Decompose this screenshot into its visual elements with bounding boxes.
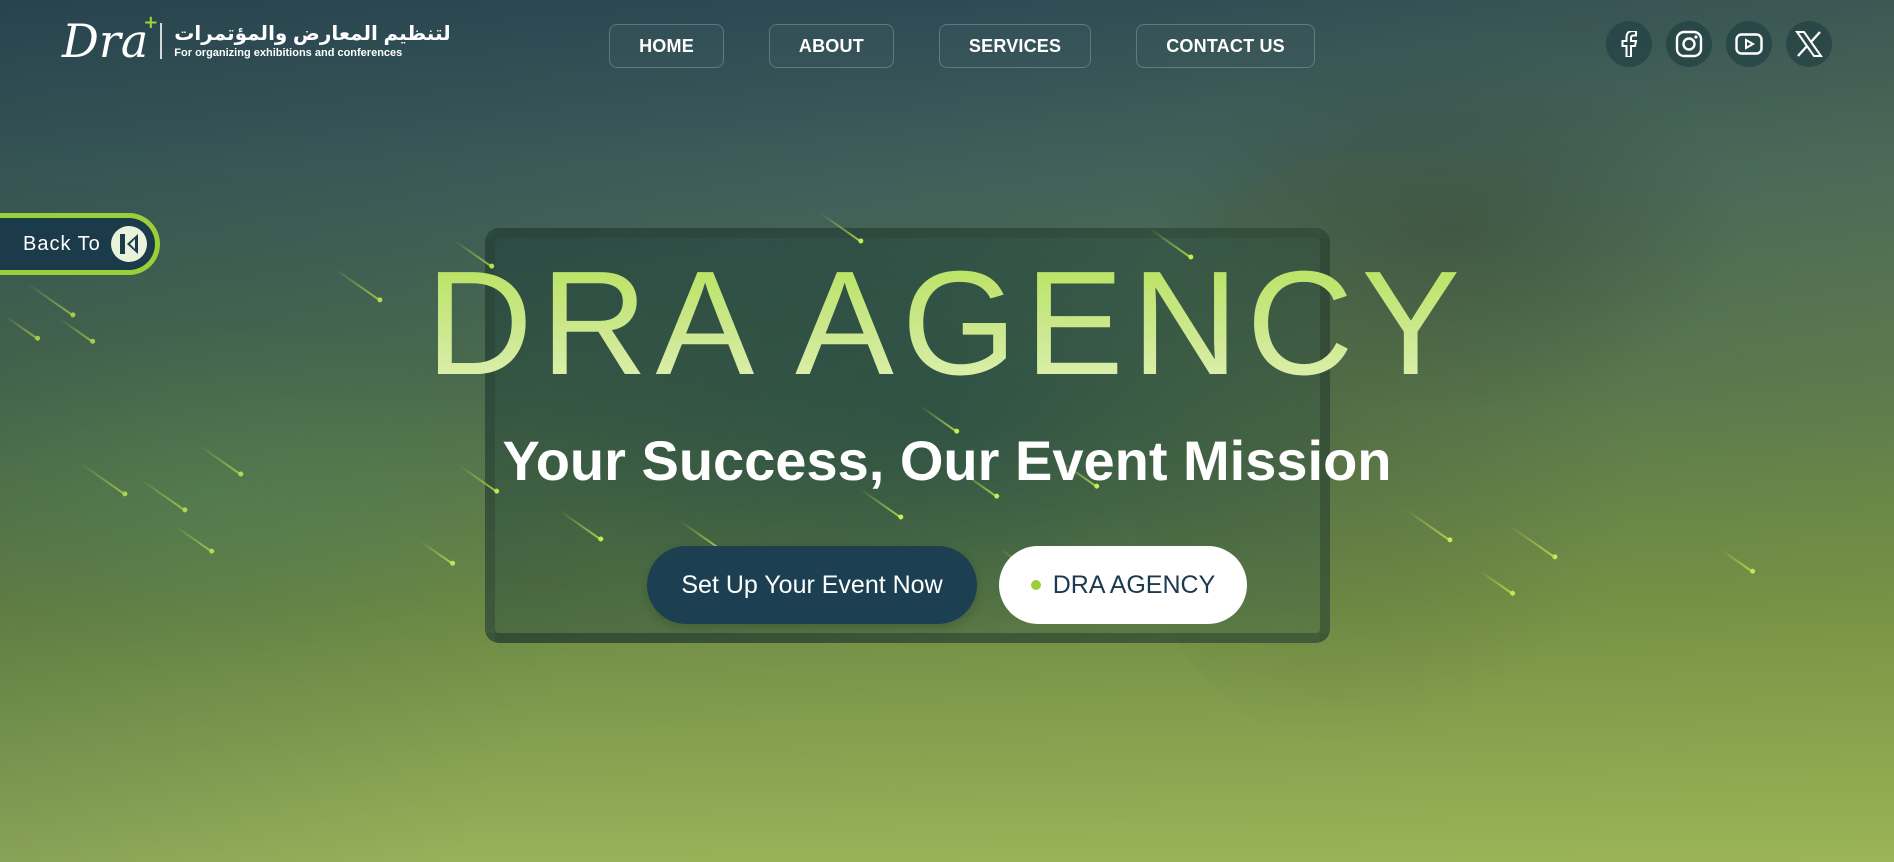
dra-agency-button[interactable]: DRA AGENCY: [999, 546, 1247, 624]
hero-subtitle: Your Success, Our Event Mission: [502, 429, 1392, 492]
facebook-icon: [1621, 31, 1638, 57]
x-link[interactable]: [1786, 21, 1832, 67]
nav-contact-us[interactable]: CONTACT US: [1136, 24, 1315, 68]
social-links: [1606, 21, 1832, 67]
nav-about[interactable]: ABOUT: [768, 24, 894, 68]
youtube-link[interactable]: [1726, 21, 1772, 67]
facebook-link[interactable]: [1606, 21, 1652, 67]
youtube-icon: [1735, 33, 1763, 55]
back-to-label: Back To: [23, 232, 101, 255]
hero-title: DRA AGENCY: [0, 250, 1894, 398]
nav-services[interactable]: SERVICES: [938, 24, 1092, 68]
back-to-button[interactable]: Back To: [0, 213, 160, 275]
cta-row: Set Up Your Event Now DRA AGENCY: [0, 546, 1894, 624]
x-icon: [1795, 31, 1823, 57]
k-logo-icon: [110, 226, 147, 262]
instagram-icon: [1675, 30, 1703, 58]
nav-home[interactable]: HOME: [609, 24, 724, 68]
dra-agency-button-label: DRA AGENCY: [1052, 570, 1216, 599]
instagram-link[interactable]: [1666, 21, 1712, 67]
set-up-event-button[interactable]: Set Up Your Event Now: [647, 546, 977, 624]
hero-section: Dra + لتنظيم المعارض والمؤتمرات For orga…: [0, 0, 1894, 862]
dot-icon: [1030, 580, 1041, 590]
